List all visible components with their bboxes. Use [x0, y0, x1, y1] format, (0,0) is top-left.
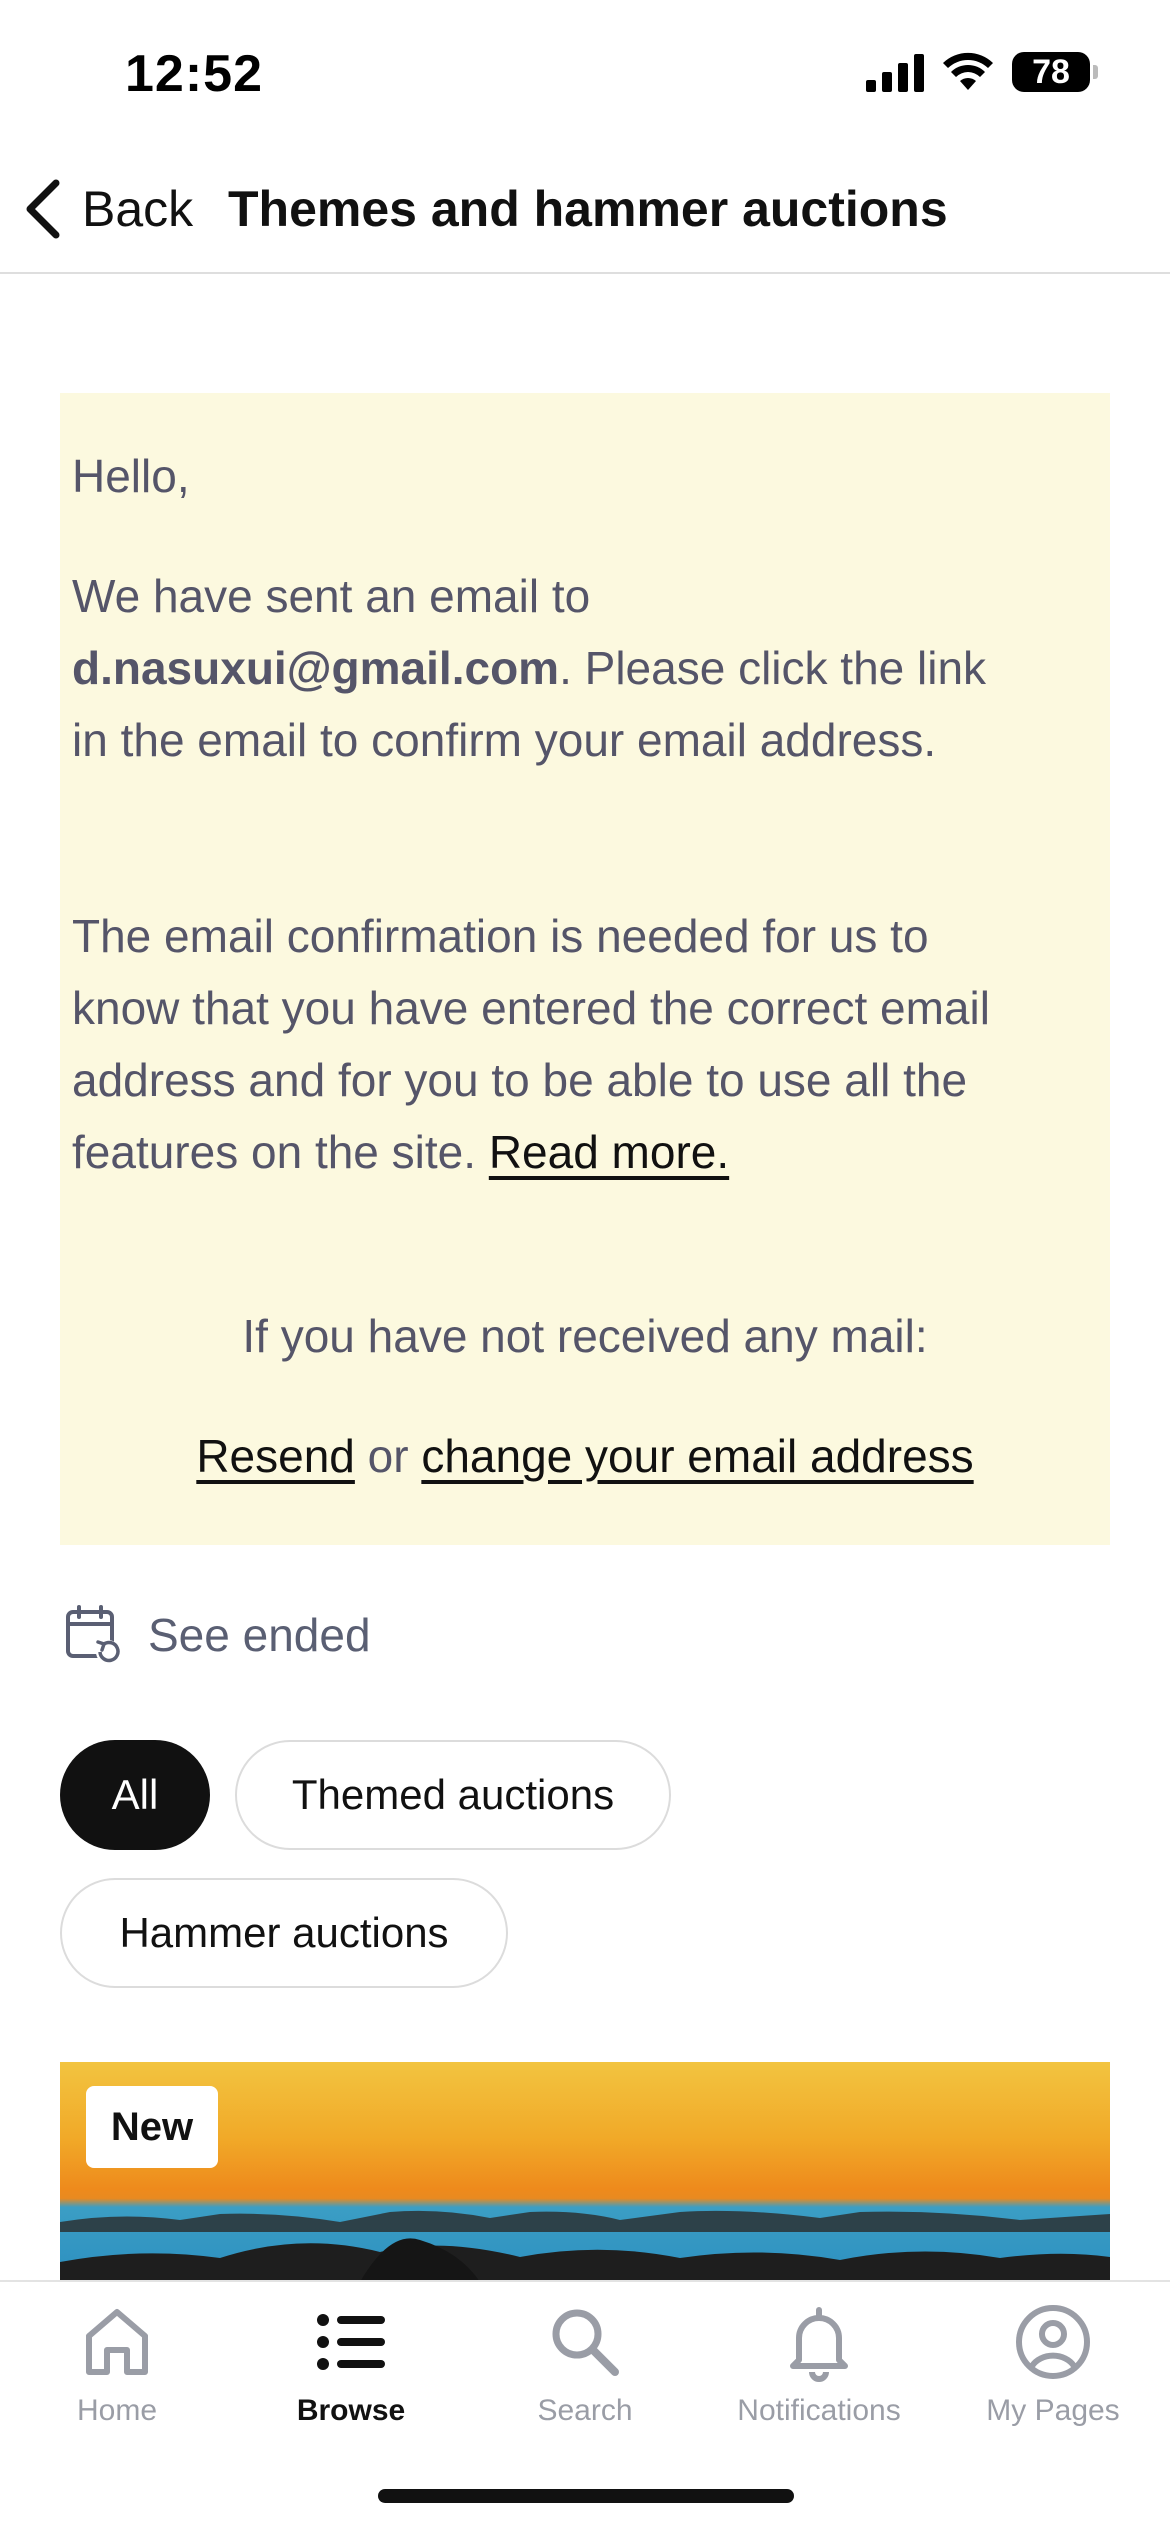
signal-icon — [866, 54, 924, 92]
auction-card-image[interactable]: New — [60, 2062, 1110, 2282]
tab-home[interactable]: Home — [0, 2302, 234, 2452]
calendar-refresh-icon — [66, 1605, 120, 1664]
tab-home-label: Home — [76, 2394, 158, 2427]
status-icons: 78 — [866, 52, 1098, 92]
user-email: d.nasuxui@gmail.com — [72, 642, 560, 694]
tab-browse[interactable]: Browse — [234, 2302, 468, 2452]
tab-search[interactable]: Search — [468, 2302, 702, 2452]
tab-browse-label: Browse — [296, 2394, 406, 2427]
status-bar: 12:52 78 — [0, 0, 1170, 150]
resend-link[interactable]: Resend — [196, 1430, 355, 1482]
chevron-left-icon — [26, 179, 60, 239]
home-icon — [86, 2309, 148, 2375]
notice-sent-text: We have sent an email to d.nasuxui@gmail… — [72, 560, 1022, 776]
tab-my-pages-label: My Pages — [986, 2394, 1120, 2427]
see-ended-label: See ended — [148, 1609, 371, 1661]
not-received-text: If you have not received any mail: — [242, 1310, 928, 1362]
tab-search-label: Search — [537, 2394, 633, 2427]
or-text: or — [354, 1430, 422, 1482]
notice-explanation: The email confirmation is needed for us … — [72, 900, 1022, 1188]
change-email-link[interactable]: change your email address — [421, 1430, 973, 1482]
page-title: Themes and hammer auctions — [228, 181, 948, 237]
see-ended-button[interactable]: See ended — [64, 1600, 371, 1670]
bell-icon — [790, 2307, 848, 2382]
tab-notifications[interactable]: Notifications — [702, 2302, 936, 2452]
filter-chip-themed-auctions[interactable]: Themed auctions — [235, 1740, 671, 1850]
battery-icon: 78 — [1012, 52, 1098, 92]
tab-notifications-label: Notifications — [737, 2394, 901, 2427]
read-more-link[interactable]: Read more. — [489, 1126, 729, 1178]
new-badge: New — [86, 2086, 218, 2168]
resend-line: Resend or change your email address — [60, 1420, 1110, 1492]
user-circle-icon — [1016, 2305, 1090, 2379]
list-icon — [317, 2314, 385, 2370]
sent-prefix: We have sent an email to — [72, 570, 591, 622]
status-time: 12:52 — [125, 45, 263, 103]
search-icon — [552, 2309, 619, 2376]
back-button[interactable]: Back — [24, 174, 193, 244]
wifi-icon — [943, 52, 993, 90]
filter-chip-all[interactable]: All — [60, 1740, 210, 1850]
tab-my-pages[interactable]: My Pages — [936, 2302, 1170, 2452]
notice-greeting: Hello, — [72, 450, 190, 502]
filter-chip-hammer-auctions[interactable]: Hammer auctions — [60, 1878, 508, 1988]
back-label: Back — [82, 181, 194, 237]
nav-header: Back Themes and hammer auctions — [0, 150, 1170, 274]
home-indicator — [378, 2489, 794, 2503]
